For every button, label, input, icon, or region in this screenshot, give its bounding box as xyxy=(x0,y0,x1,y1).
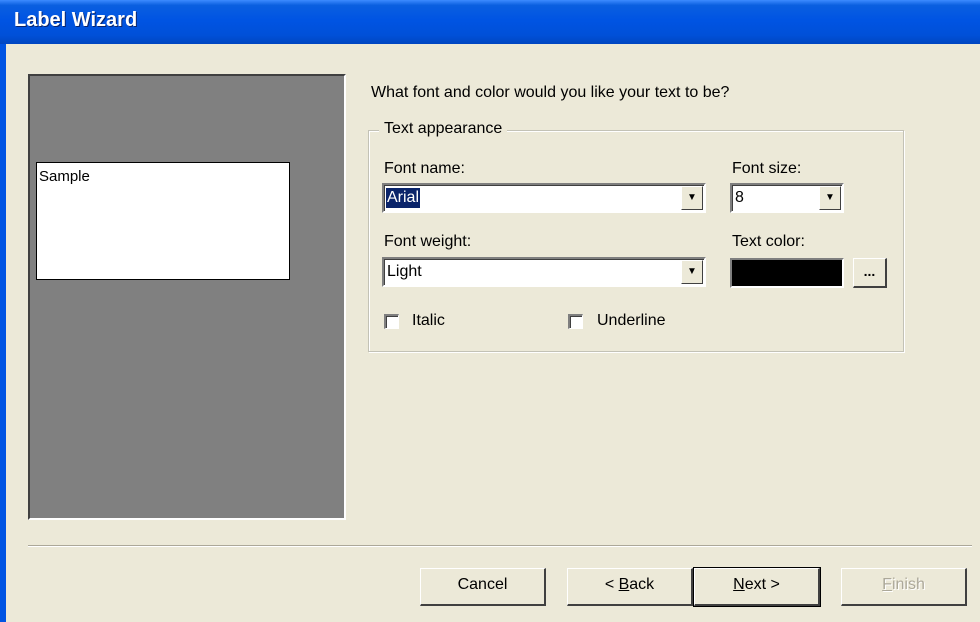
window-title: Label Wizard xyxy=(14,9,138,31)
font-name-value: Arial xyxy=(386,188,421,208)
sample-text: Sample xyxy=(39,168,90,185)
font-size-value: 8 xyxy=(735,189,744,206)
font-size-label: Font size: xyxy=(732,160,802,177)
group-label: Text appearance xyxy=(379,120,508,138)
chevron-down-icon[interactable]: ▼ xyxy=(681,260,703,284)
sample-preview: Sample xyxy=(36,162,290,280)
wizard-question: What font and color would you like your … xyxy=(371,84,730,101)
cancel-button[interactable]: Cancel xyxy=(420,568,546,606)
font-size-combo[interactable]: 8 ▼ xyxy=(730,183,844,213)
cancel-label: Cancel xyxy=(457,576,508,593)
title-bar[interactable]: Label Wizard xyxy=(0,0,980,44)
italic-checkbox[interactable] xyxy=(384,314,399,329)
font-weight-combo[interactable]: Light ▼ xyxy=(382,257,706,287)
italic-label[interactable]: Italic xyxy=(412,312,445,330)
color-picker-button[interactable]: ... xyxy=(853,258,887,288)
back-label: < Back xyxy=(604,576,655,593)
next-label: Next > xyxy=(733,576,780,593)
font-name-combo[interactable]: Arial ▼ xyxy=(382,183,706,213)
window-frame xyxy=(0,44,6,622)
chevron-down-icon[interactable]: ▼ xyxy=(819,186,841,210)
next-button[interactable]: Next > xyxy=(693,567,821,607)
font-name-label: Font name: xyxy=(384,160,465,177)
finish-label: Finish xyxy=(882,576,925,593)
font-weight-value: Light xyxy=(387,263,422,280)
back-button[interactable]: < Back xyxy=(567,568,693,606)
finish-button[interactable]: Finish xyxy=(841,568,967,606)
text-color-swatch[interactable] xyxy=(730,258,844,288)
chevron-down-icon[interactable]: ▼ xyxy=(681,186,703,210)
underline-label[interactable]: Underline xyxy=(597,312,665,330)
separator-highlight xyxy=(28,546,972,547)
font-weight-label: Font weight: xyxy=(384,233,472,250)
preview-pane xyxy=(28,74,346,520)
underline-checkbox[interactable] xyxy=(568,314,583,329)
text-color-label: Text color: xyxy=(732,233,805,250)
